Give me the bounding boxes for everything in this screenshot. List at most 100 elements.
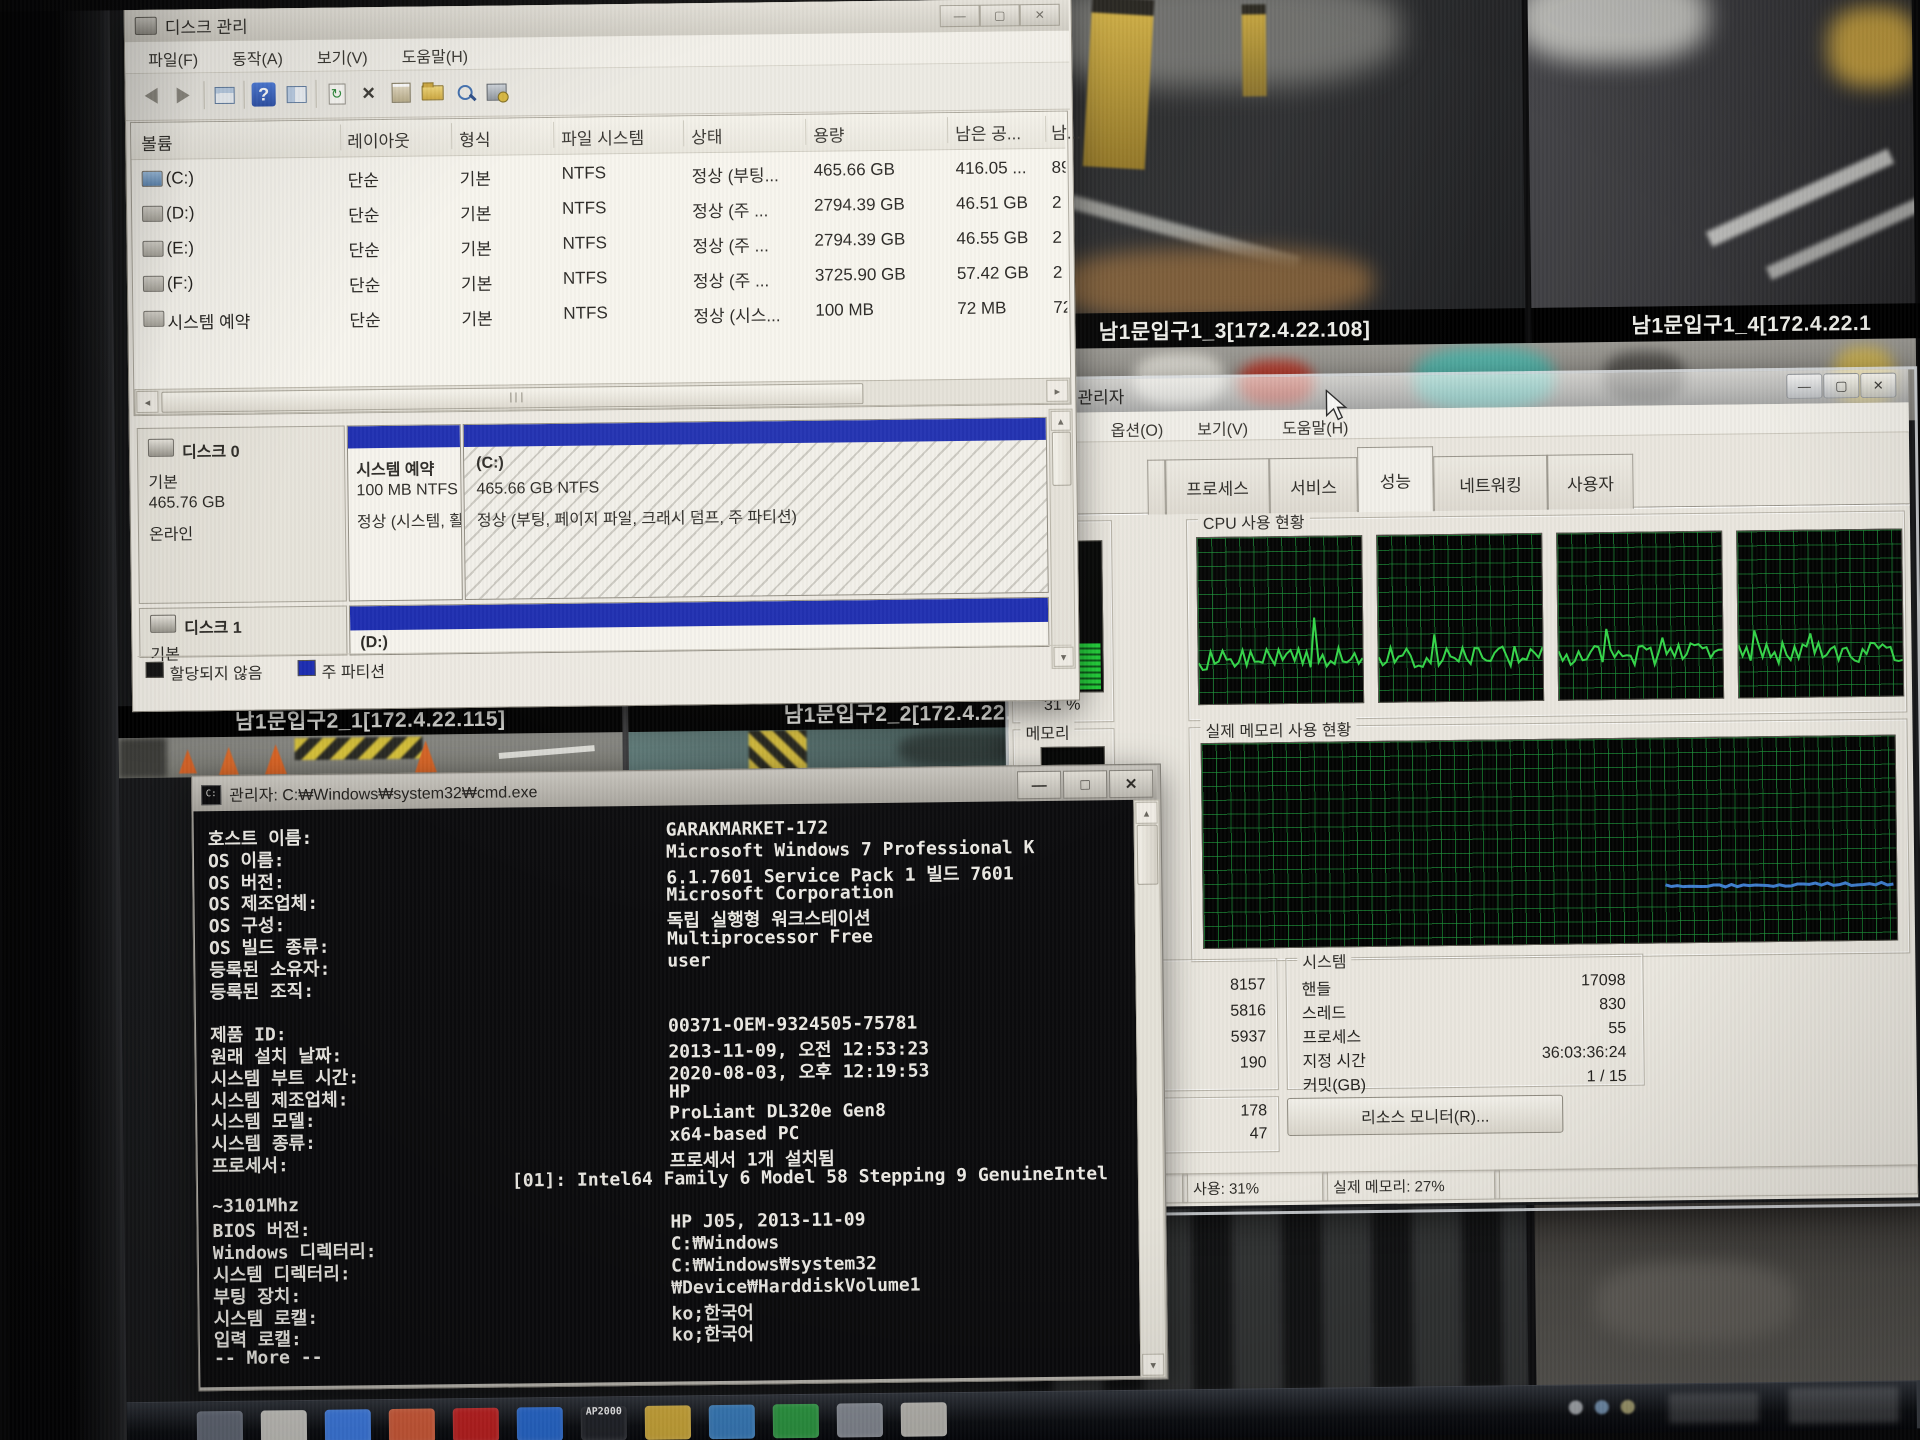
- column-header[interactable]: 볼륨: [141, 130, 173, 155]
- physical-memory-value: 8157: [1154, 976, 1266, 995]
- open-folder-icon[interactable]: [419, 79, 445, 105]
- taskbar-icon-1[interactable]: [197, 1411, 243, 1440]
- partition-size: 465.66 GB NTFS: [476, 479, 599, 498]
- column-header[interactable]: 용량: [813, 121, 845, 146]
- tab-네트워킹[interactable]: 네트워킹: [1433, 455, 1548, 511]
- drive-icon: [143, 311, 164, 327]
- system-row-label: 스레드: [1302, 999, 1346, 1024]
- maximize-button[interactable]: ▢: [1823, 373, 1859, 398]
- taskbar-icon-8[interactable]: [645, 1405, 691, 1440]
- column-separator[interactable]: [340, 125, 341, 151]
- column-header[interactable]: 레이아웃: [347, 127, 410, 153]
- menu-item[interactable]: 보기(V): [300, 39, 385, 74]
- properties-icon[interactable]: [387, 80, 413, 106]
- tab-서비스[interactable]: 서비스: [1269, 457, 1358, 513]
- show-desktop-button[interactable]: [1916, 1380, 1920, 1428]
- taskbar-icon-10[interactable]: [773, 1404, 819, 1439]
- console-value: ko;한국어: [672, 1324, 754, 1346]
- column-separator[interactable]: [947, 117, 948, 143]
- taskbar-icon-11[interactable]: [837, 1403, 883, 1438]
- disk1-info-cell[interactable]: 디스크 1 기본: [139, 605, 348, 658]
- maximize-button[interactable]: □: [1063, 770, 1107, 799]
- resource-monitor-button[interactable]: 리소스 모니터(R)...: [1287, 1095, 1563, 1136]
- disk0-info-cell[interactable]: 디스크 0 기본 465.76 GB 온라인: [137, 425, 347, 604]
- settings-icon[interactable]: [483, 78, 509, 104]
- minimize-button[interactable]: —: [1786, 373, 1822, 398]
- tab-성능[interactable]: 성능: [1357, 446, 1434, 512]
- scroll-up-arrow[interactable]: ▴: [1135, 802, 1157, 824]
- volume-name: (C:): [166, 168, 195, 188]
- minimize-button[interactable]: —: [940, 5, 980, 27]
- forward-icon[interactable]: [170, 82, 196, 108]
- back-icon[interactable]: [138, 83, 164, 109]
- column-header[interactable]: 남...: [1051, 118, 1081, 143]
- close-button[interactable]: ✕: [1109, 770, 1153, 799]
- delete-icon[interactable]: ×: [355, 80, 381, 106]
- refresh-icon[interactable]: ↻: [323, 80, 349, 106]
- scrollbar-thumb[interactable]: [1137, 825, 1159, 885]
- window-title: 디스크 관리: [165, 12, 248, 38]
- help-icon[interactable]: ?: [252, 82, 276, 106]
- tray-icon[interactable]: [1569, 1400, 1583, 1414]
- console-pane-icon[interactable]: [283, 81, 309, 107]
- column-header[interactable]: 형식: [459, 126, 491, 151]
- column-separator[interactable]: [805, 119, 806, 145]
- column-header[interactable]: 파일 시스템: [561, 124, 644, 150]
- volume-name: (F:): [167, 273, 194, 293]
- column-separator[interactable]: [1045, 116, 1046, 142]
- scrollbar-thumb[interactable]: [1052, 432, 1072, 486]
- status-cpu-usage: 사용: 31%: [1182, 1172, 1328, 1204]
- volume-name: (E:): [166, 238, 194, 258]
- column-header[interactable]: 상태: [691, 123, 723, 148]
- taskbar-icon-5[interactable]: [453, 1408, 499, 1440]
- menu-item[interactable]: 동작(A): [215, 40, 300, 75]
- column-separator[interactable]: [451, 123, 452, 149]
- volume-status: 정상 (주 ...: [693, 266, 770, 292]
- taskbar-icon-12[interactable]: [901, 1402, 947, 1437]
- maximize-button[interactable]: ▢: [980, 4, 1020, 26]
- column-header[interactable]: 남은 공...: [955, 119, 1021, 145]
- tab-applications-partial[interactable]: [1147, 459, 1166, 514]
- tab-프로세스[interactable]: 프로세스: [1165, 458, 1270, 514]
- minimize-button[interactable]: —: [1017, 771, 1061, 800]
- scroll-left-arrow[interactable]: ◂: [136, 391, 158, 413]
- legend-label: 할당되지 않음: [170, 660, 263, 685]
- tray-language-area[interactable]: [1669, 1392, 1759, 1423]
- taskbar-icon-9[interactable]: [709, 1405, 755, 1440]
- tray-icon[interactable]: [1621, 1400, 1635, 1414]
- taskbar-icon-ap2000[interactable]: AP2000: [581, 1406, 627, 1440]
- close-button[interactable]: ✕: [1020, 4, 1060, 26]
- scroll-right-arrow[interactable]: ▸: [1046, 380, 1068, 402]
- taskbar-icon-4[interactable]: [389, 1408, 435, 1440]
- taskbar-icon-3[interactable]: [325, 1409, 371, 1440]
- menu-item[interactable]: 보기(V): [1180, 410, 1265, 445]
- partition-c-drive[interactable]: (C:) 465.66 GB NTFS 정상 (부팅, 페이지 파일, 크래시 …: [463, 417, 1049, 600]
- partition-system-reserved[interactable]: 시스템 예약 100 MB NTFS 정상 (시스템, 활성: [347, 424, 463, 601]
- console-value: GARAKMARKET-172: [666, 818, 829, 841]
- menu-item[interactable]: 옵션(O): [1093, 411, 1180, 446]
- clock-area[interactable]: [1789, 1387, 1899, 1424]
- tab-사용자[interactable]: 사용자: [1547, 454, 1634, 510]
- system-row-label: 프로세스: [1302, 1023, 1361, 1048]
- close-button[interactable]: ✕: [1860, 373, 1896, 398]
- console-value: Multiprocessor Free: [667, 926, 873, 950]
- tray-icon[interactable]: [1595, 1400, 1609, 1414]
- console-value: 2020-08-03, 오후 12:19:53: [669, 1060, 930, 1084]
- taskbar-icon-2[interactable]: [261, 1410, 307, 1440]
- vertical-scrollbar[interactable]: ▴ ▾: [1049, 409, 1076, 669]
- kernel-memory-value: 178: [1155, 1102, 1267, 1121]
- menu-item[interactable]: 도움말(H): [384, 38, 485, 73]
- console-value: user: [667, 950, 711, 972]
- cctv-blob: [1595, 1262, 1796, 1344]
- partition-color-bar: [464, 418, 1046, 447]
- column-separator[interactable]: [553, 122, 554, 148]
- scroll-up-arrow[interactable]: ▴: [1051, 411, 1071, 431]
- menu-item[interactable]: 파일(F): [131, 41, 215, 76]
- console-window-icon[interactable]: [212, 82, 238, 108]
- cctv-yellow-blob: [1828, 6, 1916, 87]
- taskbar-icon-6[interactable]: [517, 1407, 563, 1440]
- column-separator[interactable]: [683, 120, 684, 146]
- scroll-down-arrow[interactable]: ▾: [1142, 1354, 1164, 1376]
- search-icon[interactable]: [451, 79, 477, 105]
- disk-status: 온라인: [149, 520, 193, 545]
